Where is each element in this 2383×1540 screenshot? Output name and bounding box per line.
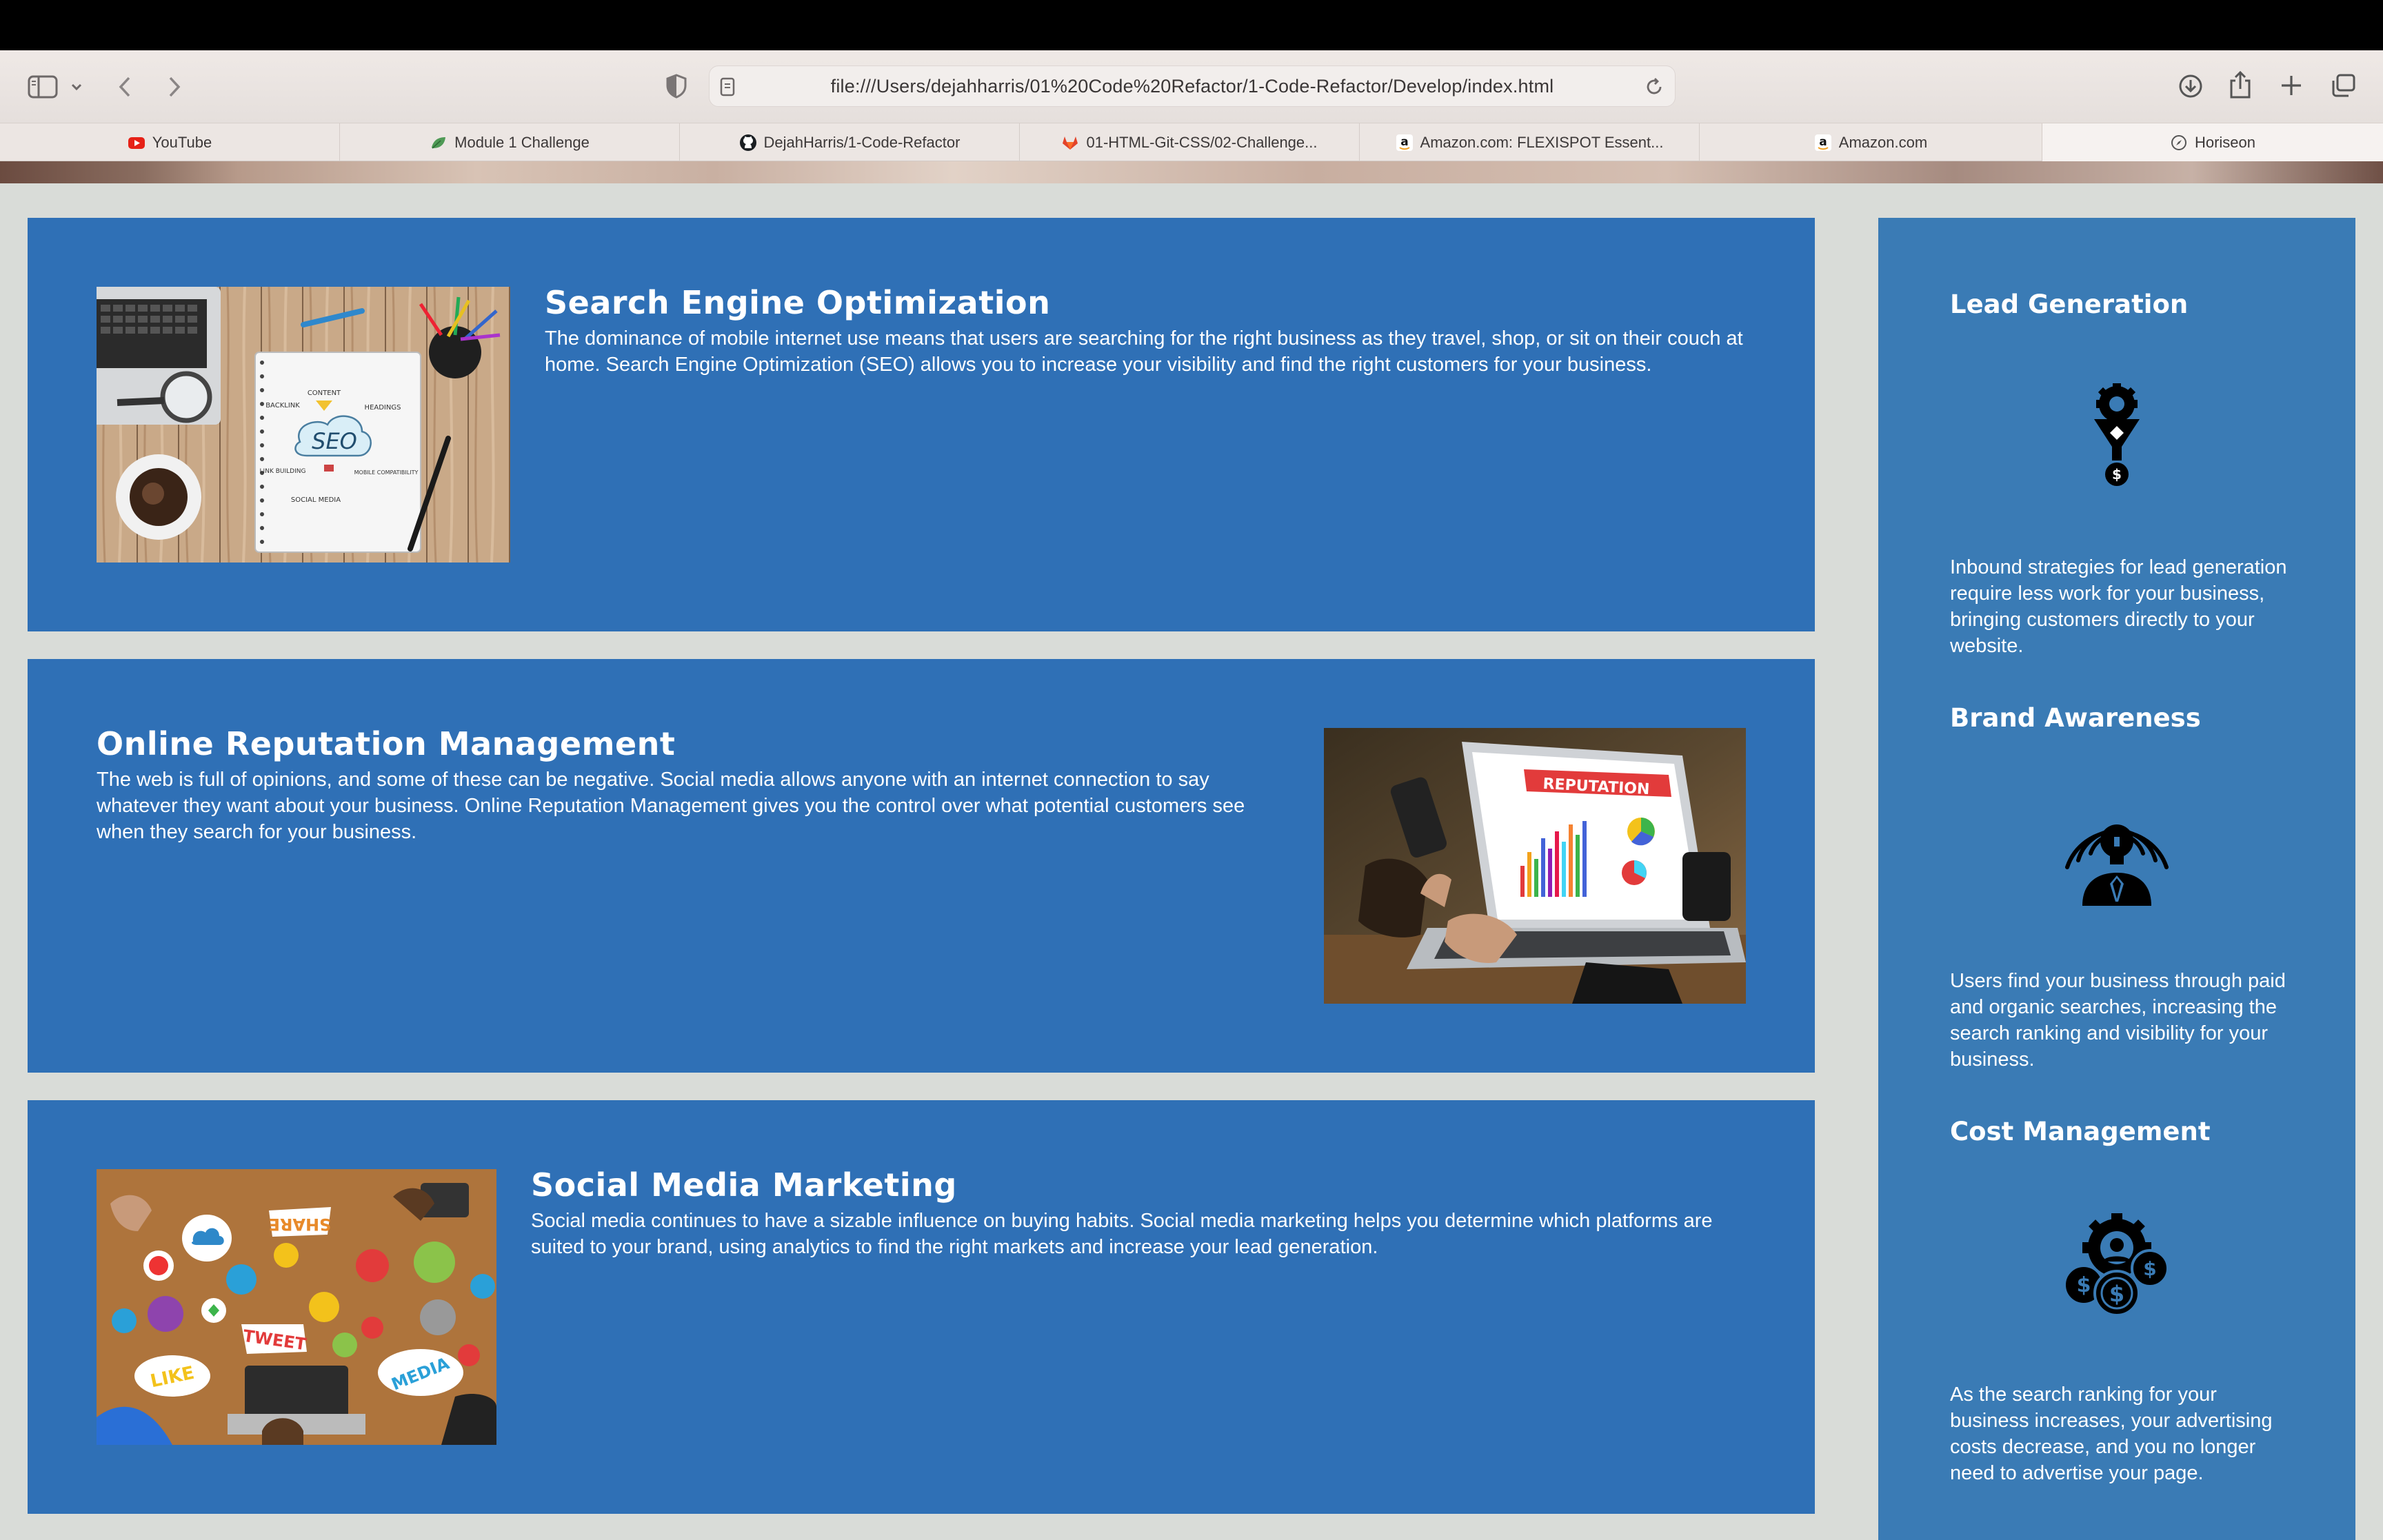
privacy-shield-icon[interactable] [666,74,687,99]
tab-label: Amazon.com: FLEXISPOT Essent... [1420,133,1664,151]
tab-gitlab-challenge[interactable]: 01-HTML-Git-CSS/02-Challenge... [1020,123,1360,161]
lead-generation-text: Inbound strategies for lead generation r… [1950,556,2287,657]
svg-text:$: $ [2077,1273,2091,1297]
reload-icon[interactable] [1645,77,1664,97]
compass-icon [2170,134,2188,152]
brand-awareness-text: Users find your business through paid an… [1950,970,2286,1071]
social-title: Social Media Marketing [531,1166,957,1204]
seo-link-building-label: LINK BUILDING [260,468,306,475]
new-tab-icon[interactable] [2280,74,2303,97]
tab-label: YouTube [152,133,212,151]
reputation-title: Online Reputation Management [97,725,676,762]
cost-management-title: Cost Management [1950,1117,2211,1146]
amazon-icon: a [1814,134,1832,152]
seo-title: Search Engine Optimization [545,284,1051,321]
tab-module-1-challenge[interactable]: Module 1 Challenge [340,123,680,161]
svg-text:$: $ [2109,1281,2124,1307]
chevron-down-icon[interactable] [70,82,83,92]
reputation-text: The web is full of opinions, and some of… [97,769,1245,843]
download-icon[interactable] [2178,73,2204,99]
brand-awareness-title: Brand Awareness [1950,703,2201,733]
social-media-image: SHARE TWEET LIKE MEDIA [97,1169,496,1445]
seo-headings-label: HEADINGS [365,404,401,412]
tab-label: Module 1 Challenge [454,133,590,151]
lead-generation-title: Lead Generation [1950,290,2189,319]
tab-label: Horiseon [2194,133,2256,151]
tab-label: 01-HTML-Git-CSS/02-Challenge... [1086,133,1318,151]
gitlab-icon [1061,134,1079,152]
menu-bar [0,0,2383,50]
tab-amazon-flexispot[interactable]: a Amazon.com: FLEXISPOT Essent... [1360,123,1700,161]
seo-center-label: SEO [312,428,357,454]
page-icon [719,77,736,97]
tab-github-repo[interactable]: DejahHarris/1-Code-Refactor [680,123,1020,161]
share-icon[interactable] [2229,70,2252,100]
seo-text: The dominance of mobile internet use mea… [545,327,1743,376]
seo-social-media-label: SOCIAL MEDIA [291,496,341,504]
sidebar-toggle-icon[interactable] [28,75,58,99]
seo-mobile-label: MOBILE COMPATIBILITY [354,469,419,476]
social-text: Social media continues to have a sizable… [531,1210,1713,1258]
lead-generation-icon: $ [2080,383,2153,487]
svg-text:$: $ [2143,1257,2156,1280]
svg-text:$: $ [2112,466,2122,483]
browser-toolbar: file:///Users/dejahharris/01%20Code%20Re… [0,50,2383,123]
cost-management-icon: $ $ $ [2062,1213,2172,1317]
svg-text:a: a [1400,135,1408,149]
seo-image: SEO CONTENT BACKLINK HEADINGS LINK BUILD… [97,287,510,563]
seo-content-label: CONTENT [308,389,341,397]
hero-image [0,161,2383,183]
url-text: file:///Users/dejahharris/01%20Code%20Re… [830,75,1554,97]
benefits-sidebar: Lead Generation $ Inbound strategies for… [1878,218,2355,1540]
service-card-social: SHARE TWEET LIKE MEDIA Social Media Mark… [28,1100,1815,1514]
tab-horiseon[interactable]: Horiseon [2042,123,2383,161]
tab-label: DejahHarris/1-Code-Refactor [763,133,961,151]
tab-amazon[interactable]: a Amazon.com [1700,123,2042,161]
back-icon[interactable] [116,75,134,99]
youtube-icon [128,134,145,152]
service-card-seo: SEO CONTENT BACKLINK HEADINGS LINK BUILD… [28,218,1815,631]
tab-overview-icon[interactable] [2331,72,2357,99]
amazon-icon: a [1396,134,1414,152]
forward-icon[interactable] [165,75,183,99]
github-icon [739,134,757,152]
reputation-image: REPUTATION [1324,728,1746,1004]
address-bar[interactable]: file:///Users/dejahharris/01%20Code%20Re… [709,65,1676,107]
tab-bar: YouTube Module 1 Challenge DejahHarris/1… [0,123,2383,161]
tab-label: Amazon.com [1838,133,1928,151]
brand-awareness-icon [2063,798,2171,906]
tab-youtube[interactable]: YouTube [0,123,340,161]
leaf-icon [430,134,448,152]
cost-management-text: As the search ranking for your business … [1950,1384,2273,1484]
svg-text:a: a [1819,135,1827,149]
service-card-reputation: Online Reputation Management The web is … [28,659,1815,1073]
seo-backlink-label: BACKLINK [265,402,300,409]
share-bubble-label: SHARE [269,1215,332,1234]
